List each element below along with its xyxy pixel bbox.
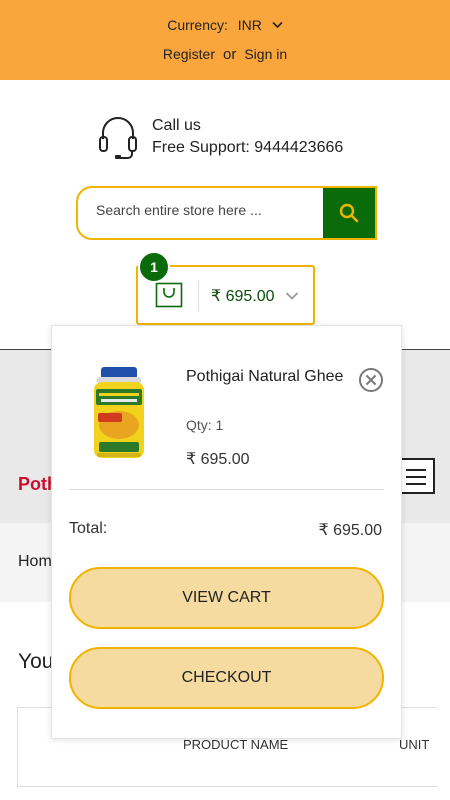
menu-line <box>406 469 426 471</box>
search-icon <box>339 203 359 228</box>
chevron-down-icon[interactable] <box>285 288 299 306</box>
currency-label: Currency: <box>167 17 228 33</box>
or-separator: or <box>222 46 237 63</box>
remove-item-icon[interactable] <box>358 367 384 393</box>
currency-value[interactable]: INR <box>238 17 262 33</box>
mini-cart-dropdown: Pothigai Natural Ghee Qty: 1 ₹ 695.00 To… <box>51 325 402 739</box>
chevron-down-icon[interactable] <box>272 20 283 32</box>
hamburger-menu-button[interactable] <box>397 458 435 494</box>
menu-line <box>406 483 426 485</box>
currency-switcher[interactable]: Currency: INR <box>0 17 450 33</box>
search-button[interactable] <box>323 188 375 238</box>
product-image[interactable] <box>89 365 149 463</box>
sign-in-link[interactable]: Sign in <box>244 46 287 62</box>
search-input[interactable] <box>96 202 306 218</box>
checkout-button[interactable]: CHECKOUT <box>69 647 384 709</box>
product-name[interactable]: Pothigai Natural Ghee <box>186 366 346 387</box>
column-header-product-name: PRODUCT NAME <box>183 737 289 752</box>
search-bar <box>76 186 377 240</box>
page-title: You <box>18 650 54 673</box>
dropdown-divider <box>69 489 384 490</box>
cart-divider <box>198 281 199 311</box>
total-label: Total: <box>69 520 108 537</box>
support-block: Call us Free Support: 9444423666 <box>98 113 368 159</box>
headset-icon <box>98 115 138 159</box>
column-header-unit: UNIT <box>399 737 430 752</box>
shopping-bag-icon[interactable] <box>155 282 183 308</box>
cart-count-badge: 1 <box>138 251 170 283</box>
product-price: ₹ 695.00 <box>186 451 250 468</box>
account-links: Register or Sign in <box>0 46 450 63</box>
menu-line <box>406 476 426 478</box>
mini-cart-amount[interactable]: ₹ 695.00 <box>211 286 275 306</box>
support-phone[interactable]: Free Support: 9444423666 <box>152 137 343 159</box>
register-link[interactable]: Register <box>163 46 215 62</box>
support-text: Call us Free Support: 9444423666 <box>152 115 343 159</box>
view-cart-button[interactable]: VIEW CART <box>69 567 384 629</box>
product-qty: Qty: 1 <box>186 417 224 433</box>
call-us-title: Call us <box>152 117 201 134</box>
total-value: ₹ 695.00 <box>318 522 382 539</box>
top-bar: Currency: INR Register or Sign in <box>0 0 450 80</box>
breadcrumb-home[interactable]: Hom <box>18 553 52 571</box>
